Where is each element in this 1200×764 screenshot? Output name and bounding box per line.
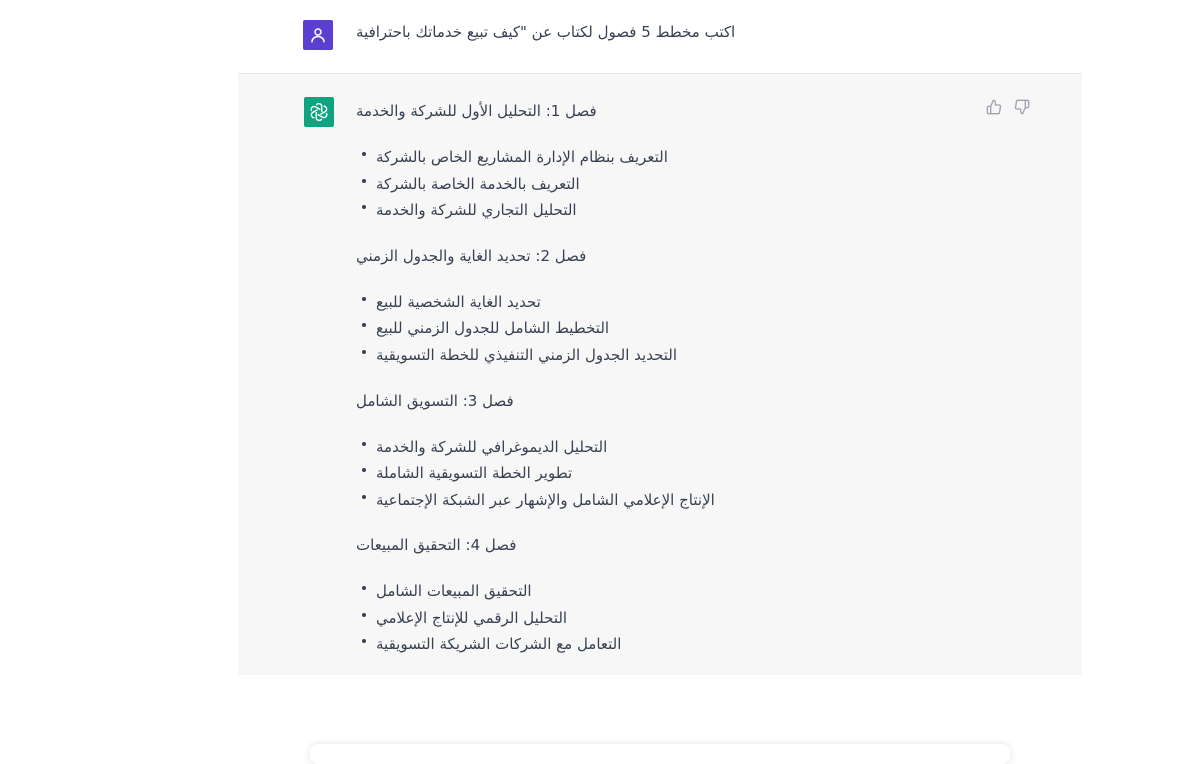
list-item: تحديد الغاية الشخصية للبيع: [356, 292, 541, 312]
list-item: التحقيق المبيعات الشامل: [356, 581, 532, 601]
thumbs-down-icon[interactable]: [1014, 99, 1030, 115]
list-item: التعريف بنظام الإدارة المشاريع الخاص بال…: [356, 147, 668, 167]
list-item: التعريف بالخدمة الخاصة بالشركة: [356, 174, 580, 194]
list-item: التحليل الديموغرافي للشركة والخدمة: [356, 437, 607, 457]
user-avatar: [303, 20, 333, 50]
assistant-avatar: [304, 97, 334, 127]
list-item: تطوير الخطة التسويقية الشاملة: [356, 463, 572, 483]
chapter-title: فصل 4: التحقيق المبيعات: [356, 536, 517, 554]
chapter-title: فصل 2: تحديد الغاية والجدول الزمني: [356, 247, 587, 265]
chat-input-box[interactable]: [310, 744, 1010, 764]
list-item: التحديد الجدول الزمني التنفيذي للخطة الت…: [356, 345, 677, 365]
user-message-row: اكتب مخطط 5 فصول لكتاب عن "كيف تبيع خدما…: [238, 0, 1082, 74]
list-item: التحليل الرقمي للإنتاج الإعلامي: [356, 608, 567, 628]
list-item: الإنتاج الإعلامي الشامل والإشهار عبر الش…: [356, 490, 715, 510]
openai-logo-icon: [310, 102, 328, 122]
feedback-buttons: [986, 99, 1030, 115]
chat-thread: اكتب مخطط 5 فصول لكتاب عن "كيف تبيع خدما…: [238, 0, 1082, 764]
user-message-text: اكتب مخطط 5 فصول لكتاب عن "كيف تبيع خدما…: [356, 23, 736, 41]
list-item: التخطيط الشامل للجدول الزمني للبيع: [356, 318, 609, 338]
chapter-title: فصل 3: التسويق الشامل: [356, 392, 514, 410]
list-item: التحليل التجاري للشركة والخدمة: [356, 200, 577, 220]
user-icon: [311, 28, 325, 43]
thumbs-up-icon[interactable]: [986, 99, 1002, 115]
list-item: التعامل مع الشركات الشريكة التسويقية: [356, 634, 621, 654]
assistant-message-row: فصل 1: التحليل الأول للشركة والخدمة التع…: [238, 74, 1082, 764]
chapter-title: فصل 1: التحليل الأول للشركة والخدمة: [356, 102, 597, 120]
